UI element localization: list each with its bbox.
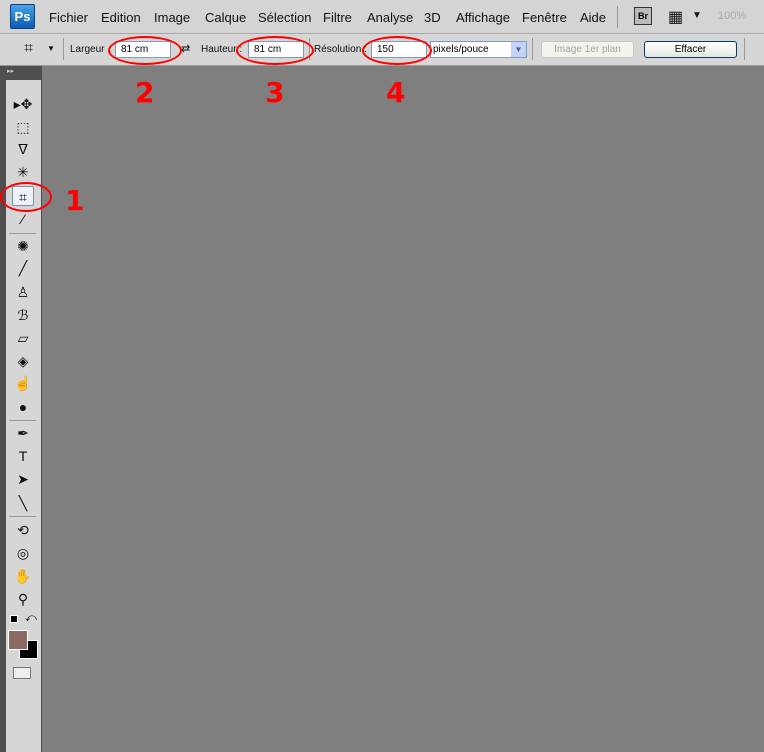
marquee-tool-icon[interactable]: ⬚ <box>12 117 34 137</box>
swap-colors-icon[interactable]: ⤺ <box>25 612 37 625</box>
annotation-ellipse <box>108 36 182 65</box>
3d-rotate-tool-icon[interactable]: ⟲ <box>12 520 34 540</box>
width-label: Largeur <box>70 44 105 55</box>
clear-button[interactable]: Effacer <box>644 41 737 58</box>
menu-3d[interactable]: 3D <box>424 10 441 25</box>
annotation-number: 2 <box>135 76 155 109</box>
annotation-ellipse <box>0 182 52 212</box>
default-colors-icon[interactable] <box>10 615 18 623</box>
annotation-ellipse <box>362 36 432 65</box>
divider <box>617 6 618 28</box>
divider <box>9 420 36 421</box>
collapse-icon[interactable]: ▸▸ <box>7 67 14 75</box>
eyedropper-tool-icon[interactable]: ⁄ <box>12 209 34 229</box>
path-select-tool-icon[interactable]: ➤ <box>12 469 34 489</box>
divider <box>9 516 36 517</box>
resolution-unit-select[interactable]: pixels/pouce ▼ <box>430 41 527 58</box>
menu-edition[interactable]: Edition <box>101 10 141 25</box>
zoom-tool-icon[interactable]: ⚲ <box>12 589 34 609</box>
menu-selection[interactable]: Sélection <box>258 10 311 25</box>
annotation-ellipse <box>236 36 314 65</box>
menu-calque[interactable]: Calque <box>205 10 246 25</box>
menu-image[interactable]: Image <box>154 10 190 25</box>
resolution-label: Résolution : <box>314 44 367 55</box>
blur-tool-icon[interactable]: ☝ <box>12 373 34 393</box>
dodge-tool-icon[interactable]: ● <box>12 397 34 417</box>
menu-affichage[interactable]: Affichage <box>456 10 510 25</box>
divider <box>744 38 745 60</box>
3d-orbit-tool-icon[interactable]: ◎ <box>12 543 34 563</box>
type-tool-icon[interactable]: T <box>12 446 34 466</box>
zoom-level[interactable]: 100% <box>718 10 746 22</box>
magic-wand-tool-icon[interactable]: ✳ <box>12 162 34 182</box>
eraser-tool-icon[interactable]: ▱ <box>12 328 34 348</box>
bridge-button[interactable]: Br <box>634 7 652 25</box>
menu-analyse[interactable]: Analyse <box>367 10 413 25</box>
annotation-number: 1 <box>65 184 85 217</box>
foreground-color-swatch[interactable] <box>8 630 28 650</box>
menu-bar: Ps Fichier Edition Image Calque Sélectio… <box>0 0 764 34</box>
brush-tool-icon[interactable]: ╱ <box>12 258 34 278</box>
history-brush-tool-icon[interactable]: ℬ <box>12 305 34 325</box>
chevron-down-icon[interactable]: ▼ <box>692 10 702 21</box>
menu-fichier[interactable]: Fichier <box>49 10 88 25</box>
front-image-button[interactable]: Image 1er plan <box>541 41 634 58</box>
pen-tool-icon[interactable]: ✒ <box>12 423 34 443</box>
lasso-tool-icon[interactable]: ᐁ <box>12 139 34 159</box>
menu-filtre[interactable]: Filtre <box>323 10 352 25</box>
stamp-tool-icon[interactable]: ♙ <box>12 282 34 302</box>
screen-mode-icon[interactable]: ▦ <box>668 7 683 27</box>
bucket-tool-icon[interactable]: ◈ <box>12 351 34 371</box>
quick-mask-button[interactable] <box>13 667 31 679</box>
crop-tool-icon[interactable]: ⌗ <box>24 40 33 58</box>
divider <box>63 38 64 60</box>
swap-icon[interactable]: ⇄ <box>181 42 190 55</box>
divider <box>532 38 533 60</box>
menu-fenetre[interactable]: Fenêtre <box>522 10 567 25</box>
line-tool-icon[interactable]: ╲ <box>12 493 34 513</box>
photoshop-logo: Ps <box>10 4 35 29</box>
divider <box>9 233 36 234</box>
unit-value: pixels/pouce <box>433 44 489 55</box>
annotation-number: 4 <box>386 76 406 109</box>
healing-tool-icon[interactable]: ✺ <box>12 236 34 256</box>
menu-aide[interactable]: Aide <box>580 10 606 25</box>
chevron-down-icon[interactable]: ▼ <box>47 44 55 53</box>
annotation-number: 3 <box>265 76 285 109</box>
hand-tool-icon[interactable]: ✋ <box>12 566 34 586</box>
chevron-down-icon[interactable]: ▼ <box>511 42 526 57</box>
move-tool-icon[interactable]: ▸✥ <box>12 94 34 114</box>
